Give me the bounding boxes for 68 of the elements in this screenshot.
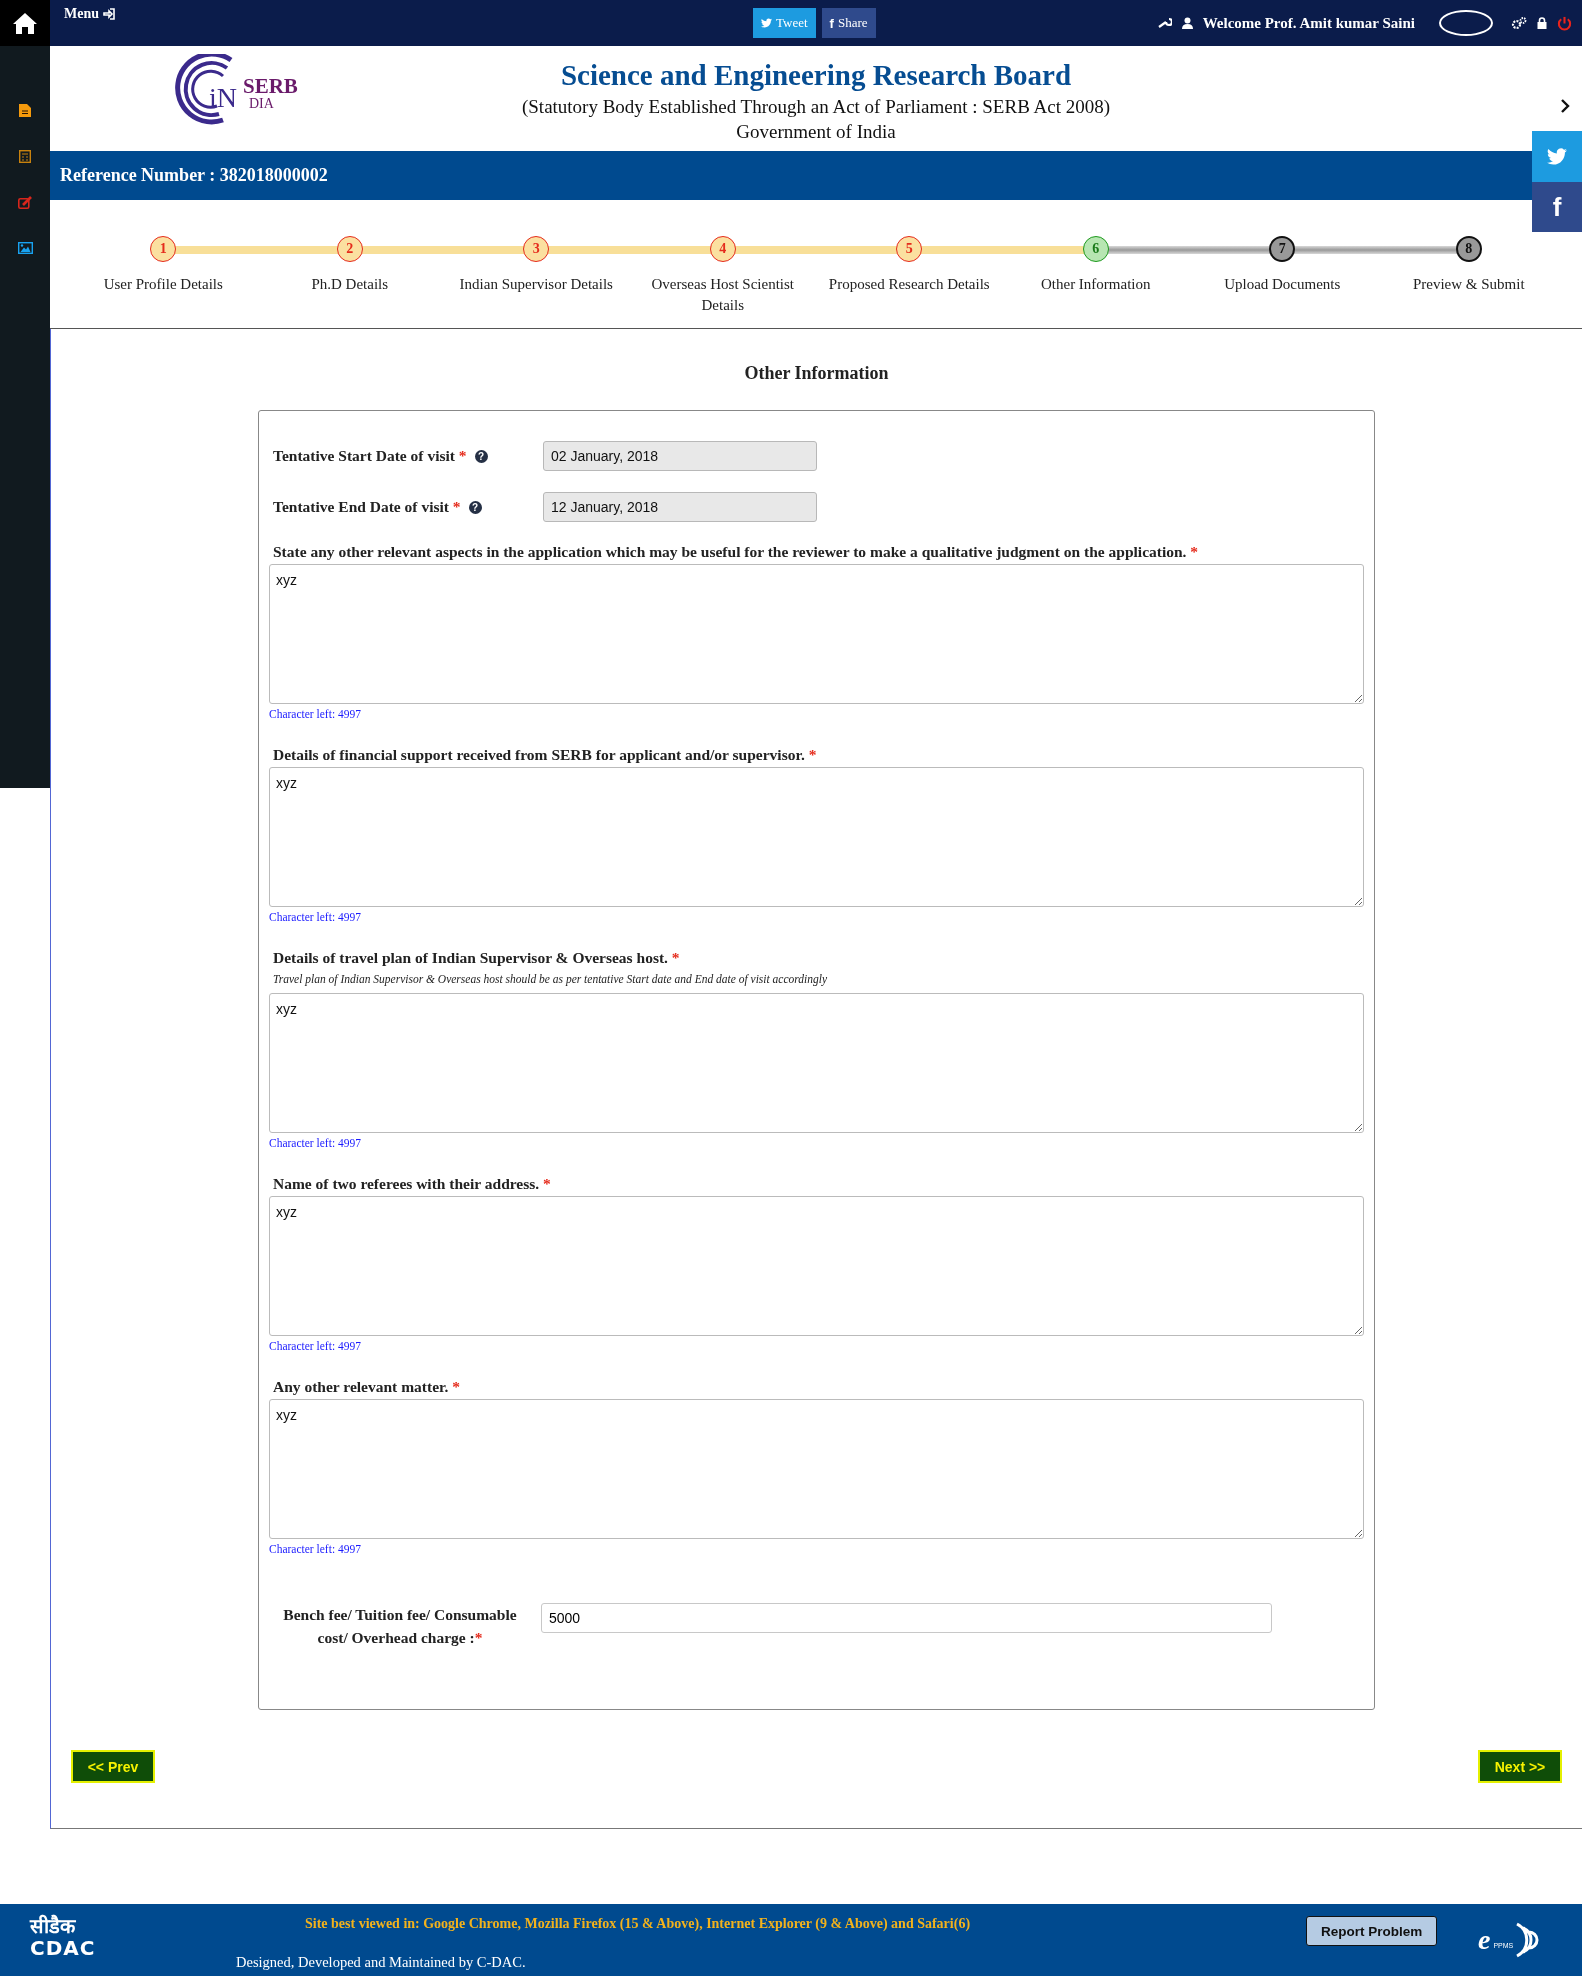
character-counter: Character left: 4997 (269, 1137, 362, 1149)
facebook-tab[interactable]: f (1532, 182, 1582, 232)
chevron-right-icon[interactable] (1560, 98, 1570, 114)
step-label[interactable]: User Profile Details (97, 274, 229, 295)
field-label: State any other relevant aspects in the application which may be useful for the reviewer to make a qualitative judgment on the application. * (272, 543, 1200, 561)
character-counter: Character left: 4997 (269, 1543, 362, 1555)
report-problem-button[interactable]: Report Problem (1306, 1916, 1438, 1946)
step-label[interactable]: Overseas Host Scientist Details (629, 274, 816, 316)
text-area[interactable]: xyz (269, 564, 1364, 704)
document-icon[interactable] (19, 104, 31, 117)
home-icon (12, 11, 38, 35)
edit-icon[interactable] (17, 196, 33, 209)
image-icon[interactable] (17, 242, 33, 254)
calculator-icon[interactable] (19, 150, 31, 163)
field-label: Tentative Start Date of visit * (273, 447, 467, 465)
menu-button[interactable]: Menu (64, 6, 115, 22)
credit-text: Designed, Developed and Maintained by C-DAC. (236, 1954, 527, 1971)
cdac-logo: सीडैक CDAC (30, 1916, 96, 1960)
character-counter: Character left: 4997 (269, 911, 362, 923)
step-label[interactable]: Preview & Submit (1406, 274, 1531, 295)
twitter-tab[interactable] (1532, 131, 1582, 182)
step-label[interactable]: Ph.D Details (305, 274, 395, 295)
section-title: Other Information (744, 363, 889, 384)
field-label: Details of travel plan of Indian Supervisor & Overseas host. * (272, 949, 681, 967)
user-icon[interactable] (1181, 17, 1193, 29)
step-number[interactable]: 8 (1455, 236, 1482, 262)
welcome-text: Welcome Prof. Amit kumar Saini (1202, 14, 1415, 32)
date-field[interactable]: 02 January, 2018 (543, 441, 817, 471)
step-label[interactable]: Proposed Research Details (822, 274, 996, 295)
field-label: Name of two referees with their address. * (272, 1175, 552, 1193)
site-country: Government of India (736, 120, 896, 143)
sign-in-icon (103, 8, 115, 20)
step-label[interactable]: Indian Supervisor Details (453, 274, 619, 295)
home-button[interactable] (0, 0, 50, 46)
bird-icon (1547, 148, 1567, 165)
field-label: Tentative End Date of visit * (273, 498, 461, 516)
step-label[interactable]: Upload Documents (1218, 274, 1347, 295)
text-area[interactable]: xyz (269, 993, 1364, 1133)
share-button[interactable]: f Share (821, 8, 876, 38)
input-field[interactable]: 5000 (541, 1603, 1272, 1633)
text-area[interactable]: xyz (269, 1196, 1364, 1336)
oval-outline (1439, 10, 1493, 36)
browser-note: Site best viewed in: Google Chrome, Mozilla Firefox (15 & Above), Internet Explorer (9 & Above) and Safari(6) (305, 1916, 971, 1932)
help-icon[interactable]: ? (468, 500, 482, 514)
step-number[interactable]: 2 (336, 236, 363, 262)
text-area[interactable]: xyz (269, 767, 1364, 907)
site-subtitle: (Statutory Body Established Through an Act of Parliament : SERB Act 2008) (521, 95, 1111, 118)
character-counter: Character left: 4997 (269, 708, 362, 720)
lock-icon[interactable] (1537, 17, 1547, 29)
bird-icon (761, 18, 772, 28)
step-number[interactable]: 6 (1082, 236, 1109, 262)
field-label: Any other relevant matter. * (272, 1378, 461, 1396)
date-field[interactable]: 12 January, 2018 (543, 492, 817, 522)
prev-button[interactable]: << Prev (71, 1750, 155, 1783)
reference-number: Reference Number : 382018000002 (60, 165, 328, 186)
field-label: Details of financial support received from SERB for applicant and/or supervisor. * (272, 746, 818, 764)
site-title: Science and Engineering Research Board (560, 58, 1072, 92)
step-number[interactable]: 7 (1269, 236, 1296, 262)
step-number[interactable]: 5 (896, 236, 923, 262)
field-label: Bench fee/ Tuition fee/ Consumable cost/ Overhead charge :* (282, 1605, 518, 1648)
next-button[interactable]: Next >> (1478, 1750, 1562, 1783)
help-icon[interactable]: ? (474, 449, 488, 463)
arc-logo-icon (173, 54, 235, 126)
step-label[interactable]: Other Information (1034, 274, 1157, 295)
power-icon[interactable] (1557, 15, 1572, 31)
field-note: Travel plan of Indian Supervisor & Overseas host should be as per tentative Start date and End date of visit accordingly (272, 973, 829, 985)
character-counter: Character left: 4997 (269, 1340, 362, 1352)
text-area[interactable]: xyz (269, 1399, 1364, 1539)
